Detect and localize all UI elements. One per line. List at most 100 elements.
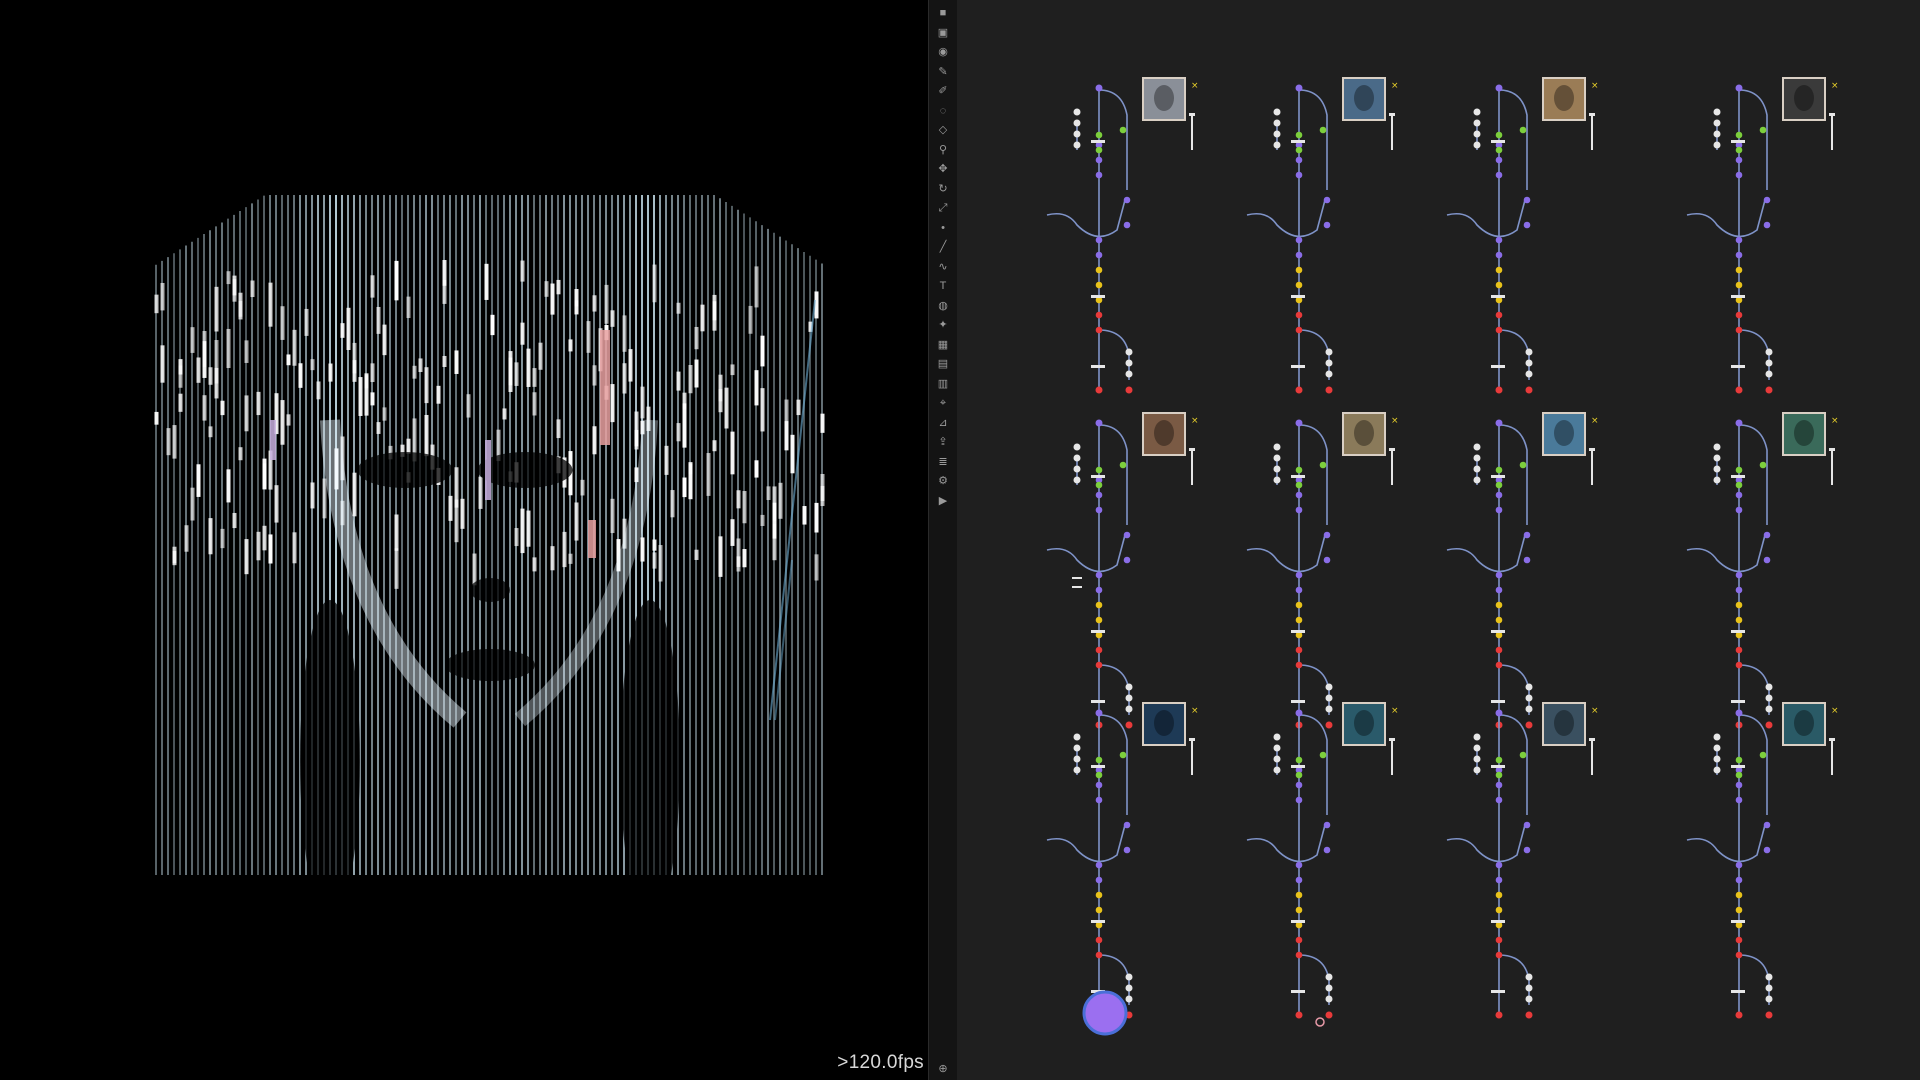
node-port[interactable] (1765, 359, 1773, 367)
node-port[interactable] (1735, 481, 1743, 489)
node-port[interactable] (1295, 466, 1303, 474)
node-port[interactable] (1095, 146, 1103, 154)
node-port[interactable] (1095, 131, 1103, 139)
node-port[interactable] (1735, 326, 1743, 334)
node-port[interactable] (1525, 984, 1533, 992)
node-port[interactable] (1073, 141, 1081, 149)
node-port[interactable] (1735, 771, 1743, 779)
node-port[interactable] (1095, 236, 1103, 244)
node-port[interactable] (1295, 756, 1303, 764)
select-icon[interactable]: ▣ (936, 27, 950, 39)
node-port[interactable] (1295, 131, 1303, 139)
zoom-icon[interactable]: ⊕ (936, 1064, 950, 1075)
node-port[interactable] (1495, 311, 1503, 319)
camera-icon[interactable]: ◍ (936, 300, 950, 312)
node-port[interactable] (1759, 461, 1767, 469)
node-port[interactable] (1765, 973, 1773, 981)
node-port[interactable] (1473, 733, 1481, 741)
node-port[interactable] (1295, 661, 1303, 669)
node-port[interactable] (1125, 694, 1133, 702)
node-port[interactable] (1095, 936, 1103, 944)
node-port[interactable] (1495, 466, 1503, 474)
node-port[interactable] (1095, 951, 1103, 959)
node-port[interactable] (1765, 348, 1773, 356)
node-port[interactable] (1295, 771, 1303, 779)
node-port[interactable] (1319, 751, 1327, 759)
node-port[interactable] (1765, 694, 1773, 702)
node-group[interactable]: × (1046, 702, 1199, 1019)
node-port[interactable] (1095, 771, 1103, 779)
node-port[interactable] (1525, 705, 1533, 713)
node-port[interactable] (1095, 481, 1103, 489)
node-port[interactable] (1495, 876, 1503, 884)
node-port[interactable] (1765, 984, 1773, 992)
text-icon[interactable]: T (936, 281, 950, 292)
node-port[interactable] (1495, 781, 1503, 789)
pen-icon[interactable]: ✎ (936, 66, 950, 78)
node-group[interactable]: × (1446, 412, 1599, 729)
node-port[interactable] (1295, 506, 1303, 514)
pin-icon[interactable]: ⊿ (936, 417, 950, 429)
node-port[interactable] (1273, 119, 1281, 127)
node-port[interactable] (1763, 196, 1771, 204)
node-port[interactable] (1735, 131, 1743, 139)
brush-icon[interactable]: ✐ (936, 86, 950, 97)
node-port[interactable] (1073, 744, 1081, 752)
node-port[interactable] (1713, 454, 1721, 462)
node-port[interactable] (1295, 781, 1303, 789)
node-port[interactable] (1735, 646, 1743, 654)
node-port[interactable] (1713, 443, 1721, 451)
node-port[interactable] (1125, 359, 1133, 367)
node-port[interactable] (1473, 443, 1481, 451)
node-port[interactable] (1495, 146, 1503, 154)
node-port[interactable] (1095, 616, 1103, 624)
node-port[interactable] (1295, 491, 1303, 499)
node-group[interactable]: × (1686, 412, 1839, 729)
node-port[interactable] (1073, 119, 1081, 127)
node-port[interactable] (1473, 119, 1481, 127)
node-port[interactable] (1095, 586, 1103, 594)
node-port[interactable] (1495, 756, 1503, 764)
node-port[interactable] (1319, 126, 1327, 134)
node-port[interactable] (1095, 491, 1103, 499)
node-port[interactable] (1735, 251, 1743, 259)
node-port[interactable] (1495, 236, 1503, 244)
node-port[interactable] (1523, 196, 1531, 204)
node-port[interactable] (1765, 370, 1773, 378)
mesh-icon[interactable]: ▦ (936, 339, 950, 351)
node-port[interactable] (1295, 936, 1303, 944)
node-port[interactable] (1735, 386, 1743, 394)
settings-icon[interactable]: ⚙ (936, 476, 950, 487)
node-port[interactable] (1125, 683, 1133, 691)
node-port[interactable] (1495, 586, 1503, 594)
node-port[interactable] (1095, 646, 1103, 654)
lock-icon[interactable]: ■ (936, 8, 950, 19)
node-port[interactable] (1123, 821, 1131, 829)
node-port[interactable] (1295, 386, 1303, 394)
node-port[interactable] (1273, 755, 1281, 763)
node-port[interactable] (1525, 1011, 1533, 1019)
node-port[interactable] (1495, 771, 1503, 779)
node-port[interactable] (1323, 196, 1331, 204)
node-port[interactable] (1295, 616, 1303, 624)
node-port[interactable] (1273, 465, 1281, 473)
node-port[interactable] (1495, 506, 1503, 514)
node-port[interactable] (1073, 766, 1081, 774)
node-port[interactable] (1495, 616, 1503, 624)
node-port[interactable] (1073, 443, 1081, 451)
node-port[interactable] (1095, 756, 1103, 764)
node-port[interactable] (1095, 386, 1103, 394)
node-group[interactable]: × (1246, 412, 1399, 729)
node-port[interactable] (1123, 846, 1131, 854)
node-port[interactable] (1295, 906, 1303, 914)
node-port[interactable] (1095, 601, 1103, 609)
move-icon[interactable]: ✥ (936, 164, 950, 175)
node-port[interactable] (1295, 266, 1303, 274)
node-port[interactable] (1325, 995, 1333, 1003)
node-port[interactable] (1735, 1011, 1743, 1019)
node-port[interactable] (1735, 601, 1743, 609)
node-port[interactable] (1495, 796, 1503, 804)
node-port[interactable] (1763, 846, 1771, 854)
node-port[interactable] (1323, 821, 1331, 829)
output-node[interactable] (1082, 990, 1128, 1036)
